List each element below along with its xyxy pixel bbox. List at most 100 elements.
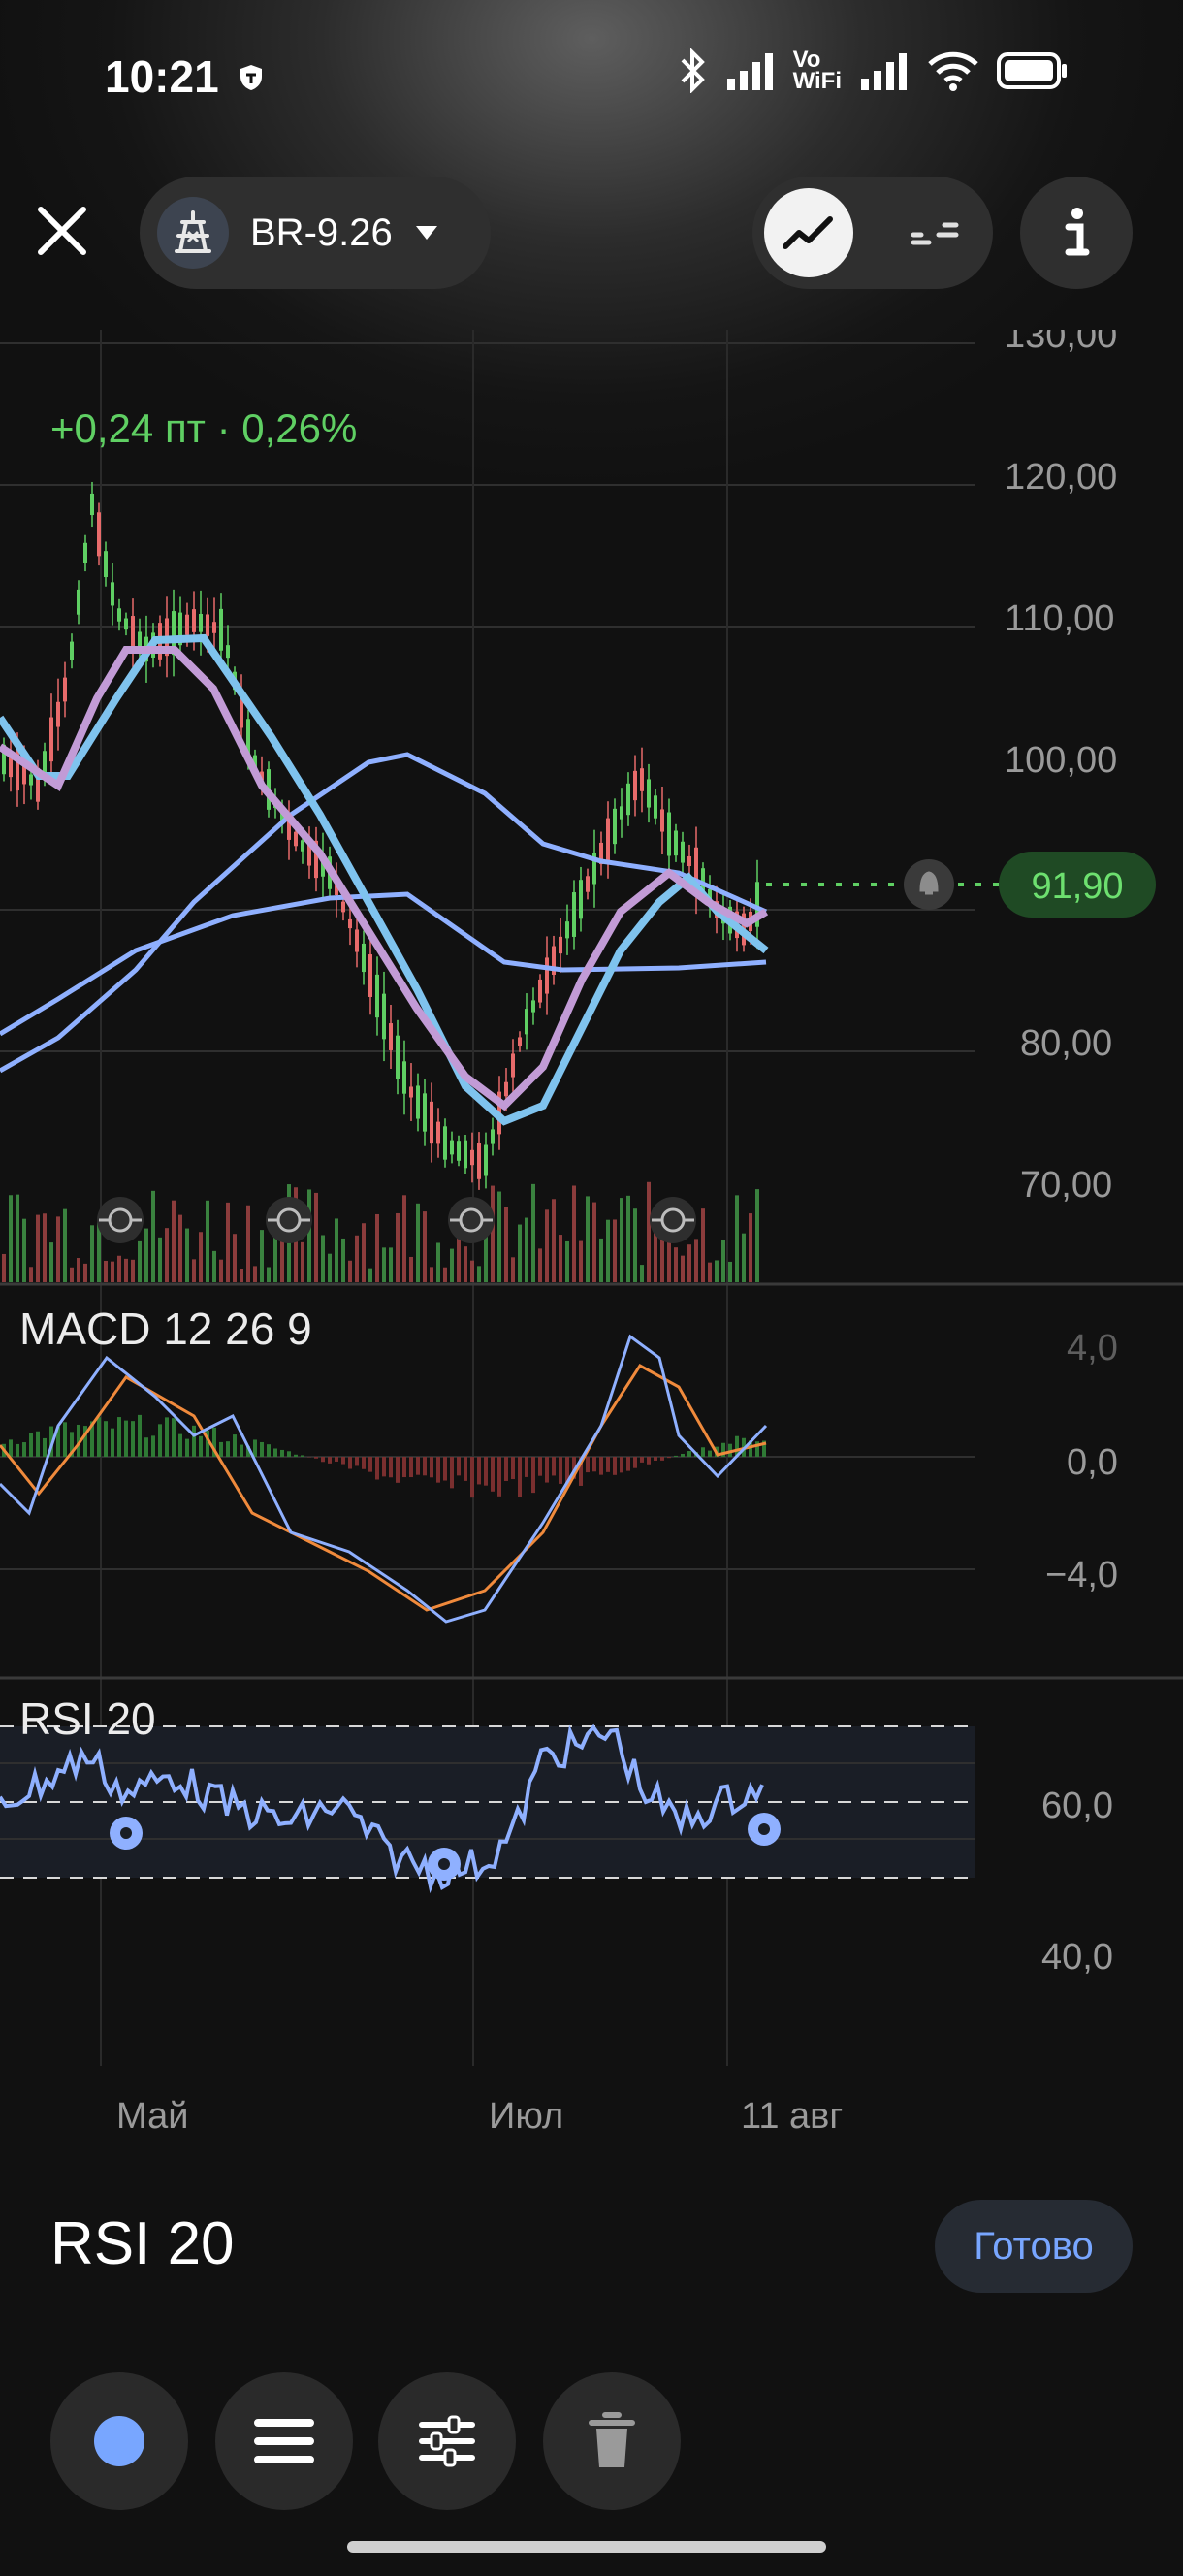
volume-bar xyxy=(172,1200,176,1282)
close-icon xyxy=(38,207,86,255)
candle-body xyxy=(49,717,53,762)
volume-bar xyxy=(572,1185,576,1282)
candle-body xyxy=(464,1140,467,1169)
macd-histogram-bar xyxy=(43,1437,47,1457)
volume-bar xyxy=(212,1250,216,1282)
macd-histogram-bar xyxy=(117,1417,121,1457)
event-marker[interactable] xyxy=(266,1197,312,1243)
volume-bar xyxy=(246,1205,250,1282)
candle-body xyxy=(416,1085,420,1119)
volume-bar xyxy=(2,1253,6,1282)
event-marker[interactable] xyxy=(650,1197,696,1243)
bluetooth-icon xyxy=(681,48,705,93)
color-button[interactable] xyxy=(50,2372,188,2510)
event-marker[interactable] xyxy=(448,1197,495,1243)
candle-body xyxy=(117,608,121,622)
price-change-label: +0,24 пт · 0,26% xyxy=(50,405,357,451)
macd-histogram-bar xyxy=(151,1435,155,1457)
volume-bar xyxy=(83,1263,87,1282)
ticker-selector[interactable]: BR-9.26 xyxy=(140,177,491,289)
candle-body xyxy=(56,701,60,727)
candle-body xyxy=(647,779,651,808)
candle-body xyxy=(613,808,617,845)
macd-histogram-bar xyxy=(124,1420,128,1457)
candle-body xyxy=(518,1037,522,1046)
macd-histogram-bar xyxy=(9,1439,13,1457)
macd-histogram-bar xyxy=(368,1457,372,1472)
macd-histogram-bar xyxy=(280,1449,284,1457)
macd-histogram-bar xyxy=(382,1457,386,1477)
macd-histogram-bar xyxy=(416,1457,420,1475)
candle-body xyxy=(586,876,590,892)
volume-bar xyxy=(158,1237,162,1282)
wifi-icon xyxy=(928,51,978,91)
volume-bar xyxy=(362,1223,366,1282)
price-tick: 70,00 xyxy=(1020,1165,1112,1206)
rsi-handle-center xyxy=(758,1823,770,1835)
candle-body xyxy=(63,677,67,702)
candle-body xyxy=(355,929,359,952)
done-button[interactable]: Готово xyxy=(935,2200,1133,2293)
macd-histogram-bar xyxy=(633,1457,637,1468)
volume-bar xyxy=(178,1214,182,1282)
macd-histogram-bar xyxy=(341,1457,345,1465)
event-marker[interactable] xyxy=(97,1197,144,1243)
volume-bar xyxy=(742,1233,746,1282)
volume-bar xyxy=(660,1235,664,1282)
candle-body xyxy=(124,618,128,630)
volume-bar xyxy=(104,1260,108,1282)
candle-body xyxy=(687,855,691,867)
macd-histogram-bar xyxy=(253,1439,257,1457)
candle-mode-button[interactable] xyxy=(890,188,979,277)
info-button[interactable] xyxy=(1020,177,1133,289)
volume-bar xyxy=(117,1255,121,1282)
macd-line xyxy=(0,1334,768,1624)
macd-histogram-bar xyxy=(131,1421,135,1457)
macd-histogram-bar xyxy=(613,1457,617,1475)
volume-bar xyxy=(124,1258,128,1282)
macd-tick: −4,0 xyxy=(1045,1555,1118,1595)
signal-2-icon xyxy=(861,53,907,90)
macd-histogram-bar xyxy=(172,1418,176,1457)
volume-bar xyxy=(715,1260,719,1282)
macd-histogram-bar xyxy=(199,1435,203,1457)
line-chart-icon xyxy=(783,216,833,249)
candle-body xyxy=(572,892,576,937)
macd-histogram-bar xyxy=(423,1457,427,1476)
moving-averages xyxy=(0,633,769,1126)
price-chart[interactable]: +0,24 пт · 0,26% 130,00 120,00 110,00 10… xyxy=(0,330,1183,2143)
macd-histogram-bar xyxy=(321,1457,325,1463)
macd-histogram-bar xyxy=(504,1457,508,1481)
volume-bar xyxy=(151,1190,155,1282)
macd-histogram-bar xyxy=(267,1444,271,1457)
candle-body xyxy=(206,614,209,636)
volume-bar xyxy=(63,1208,67,1282)
line-style-button[interactable] xyxy=(215,2372,353,2510)
volume-bar xyxy=(491,1185,495,1282)
settings-button[interactable] xyxy=(378,2372,516,2510)
volume-bar xyxy=(708,1262,712,1282)
candle-body xyxy=(77,589,80,615)
candle-body xyxy=(382,993,386,1040)
macd-title: MACD 12 26 9 xyxy=(19,1304,312,1354)
system-icons: Vo WiFi xyxy=(679,48,1069,93)
volume-bar xyxy=(77,1258,80,1282)
candle-body xyxy=(348,918,352,929)
volume-bar xyxy=(538,1248,542,1282)
candle-body xyxy=(674,830,678,856)
volume-bar xyxy=(436,1242,440,1282)
volume-bar xyxy=(382,1247,386,1282)
delete-button[interactable] xyxy=(543,2372,681,2510)
candle-body xyxy=(301,840,304,852)
price-tick: 100,00 xyxy=(1005,740,1117,781)
volume-bar xyxy=(233,1234,237,1282)
candle-body xyxy=(294,831,298,847)
macd-histogram-bar xyxy=(681,1453,685,1457)
macd-histogram-bar xyxy=(708,1450,712,1457)
macd-histogram-bar xyxy=(606,1457,610,1472)
line-mode-button[interactable] xyxy=(764,188,853,277)
macd-histogram-bar xyxy=(16,1443,19,1457)
macd-histogram-bar xyxy=(260,1441,264,1457)
volume-bar xyxy=(165,1228,169,1282)
close-button[interactable] xyxy=(25,194,99,268)
